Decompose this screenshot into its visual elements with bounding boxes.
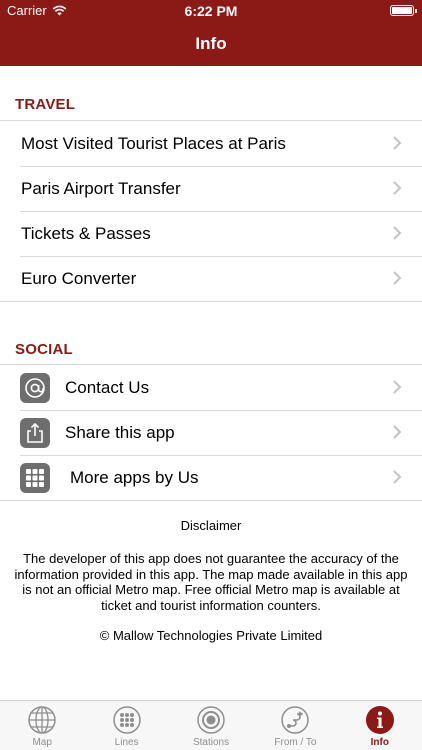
travel-item-tickets-passes[interactable]: Tickets & Passes — [0, 211, 422, 256]
travel-item-label: Paris Airport Transfer — [21, 178, 181, 198]
travel-item-airport-transfer[interactable]: Paris Airport Transfer — [0, 166, 422, 211]
tab-lines[interactable]: Lines — [84, 701, 168, 750]
social-item-more-apps[interactable]: More apps by Us — [0, 455, 422, 500]
at-icon — [20, 372, 50, 403]
disclaimer-title: Disclaimer — [180, 518, 242, 533]
tab-label: Map — [32, 737, 52, 748]
travel-section-header: TRAVEL — [15, 96, 76, 113]
copyright-notice: © Mallow Technologies Private Limited — [99, 628, 323, 643]
info-content[interactable]: TRAVEL Most Visited Tourist Places at Pa… — [0, 66, 422, 700]
tab-bar: Map Lines Stations From / To Info — [0, 700, 422, 750]
globe-icon — [28, 706, 56, 734]
chevron-right-icon — [393, 425, 402, 439]
social-section-header: SOCIAL — [15, 341, 73, 358]
tab-label: Stations — [192, 737, 230, 748]
travel-item-label: Tickets & Passes — [21, 223, 151, 243]
social-item-label: More apps by Us — [70, 467, 199, 487]
travel-item-label: Euro Converter — [21, 268, 137, 288]
tab-label: Lines — [114, 737, 139, 748]
tab-info[interactable]: Info — [338, 701, 422, 750]
travel-item-euro-converter[interactable]: Euro Converter — [0, 256, 422, 301]
travel-item-tourist-places[interactable]: Most Visited Tourist Places at Paris — [0, 121, 422, 166]
share-icon — [20, 417, 50, 448]
battery-icon — [390, 5, 417, 16]
tab-from-to[interactable]: From / To — [253, 701, 337, 750]
tab-label: Info — [370, 737, 389, 748]
social-item-label: Contact Us — [65, 377, 150, 397]
chevron-right-icon — [393, 470, 402, 484]
info-icon — [365, 706, 394, 734]
status-bar: Carrier 6:22 PM — [0, 0, 422, 22]
route-icon — [281, 706, 310, 734]
dots-grid-icon — [112, 706, 141, 734]
chevron-right-icon — [393, 181, 402, 195]
target-icon — [197, 706, 225, 734]
tab-map[interactable]: Map — [0, 701, 84, 750]
chevron-right-icon — [393, 226, 402, 240]
tab-label: From / To — [274, 737, 317, 748]
navigation-bar: Info — [0, 22, 422, 66]
social-item-label: Share this app — [65, 422, 175, 442]
chevron-right-icon — [393, 271, 402, 285]
grid-icon — [20, 462, 50, 493]
chevron-right-icon — [393, 136, 402, 150]
disclaimer-text: The developer of this app does not guara… — [14, 551, 408, 613]
social-item-contact-us[interactable]: Contact Us — [0, 365, 422, 410]
chevron-right-icon — [393, 380, 402, 394]
page-title: Info — [195, 34, 227, 53]
social-item-share-app[interactable]: Share this app — [0, 410, 422, 455]
status-time: 6:22 PM — [184, 3, 238, 19]
travel-item-label: Most Visited Tourist Places at Paris — [21, 133, 286, 153]
social-list: Contact Us Share this app More apps by U… — [0, 364, 422, 501]
tab-stations[interactable]: Stations — [169, 701, 253, 750]
travel-list: Most Visited Tourist Places at Paris Par… — [0, 120, 422, 302]
